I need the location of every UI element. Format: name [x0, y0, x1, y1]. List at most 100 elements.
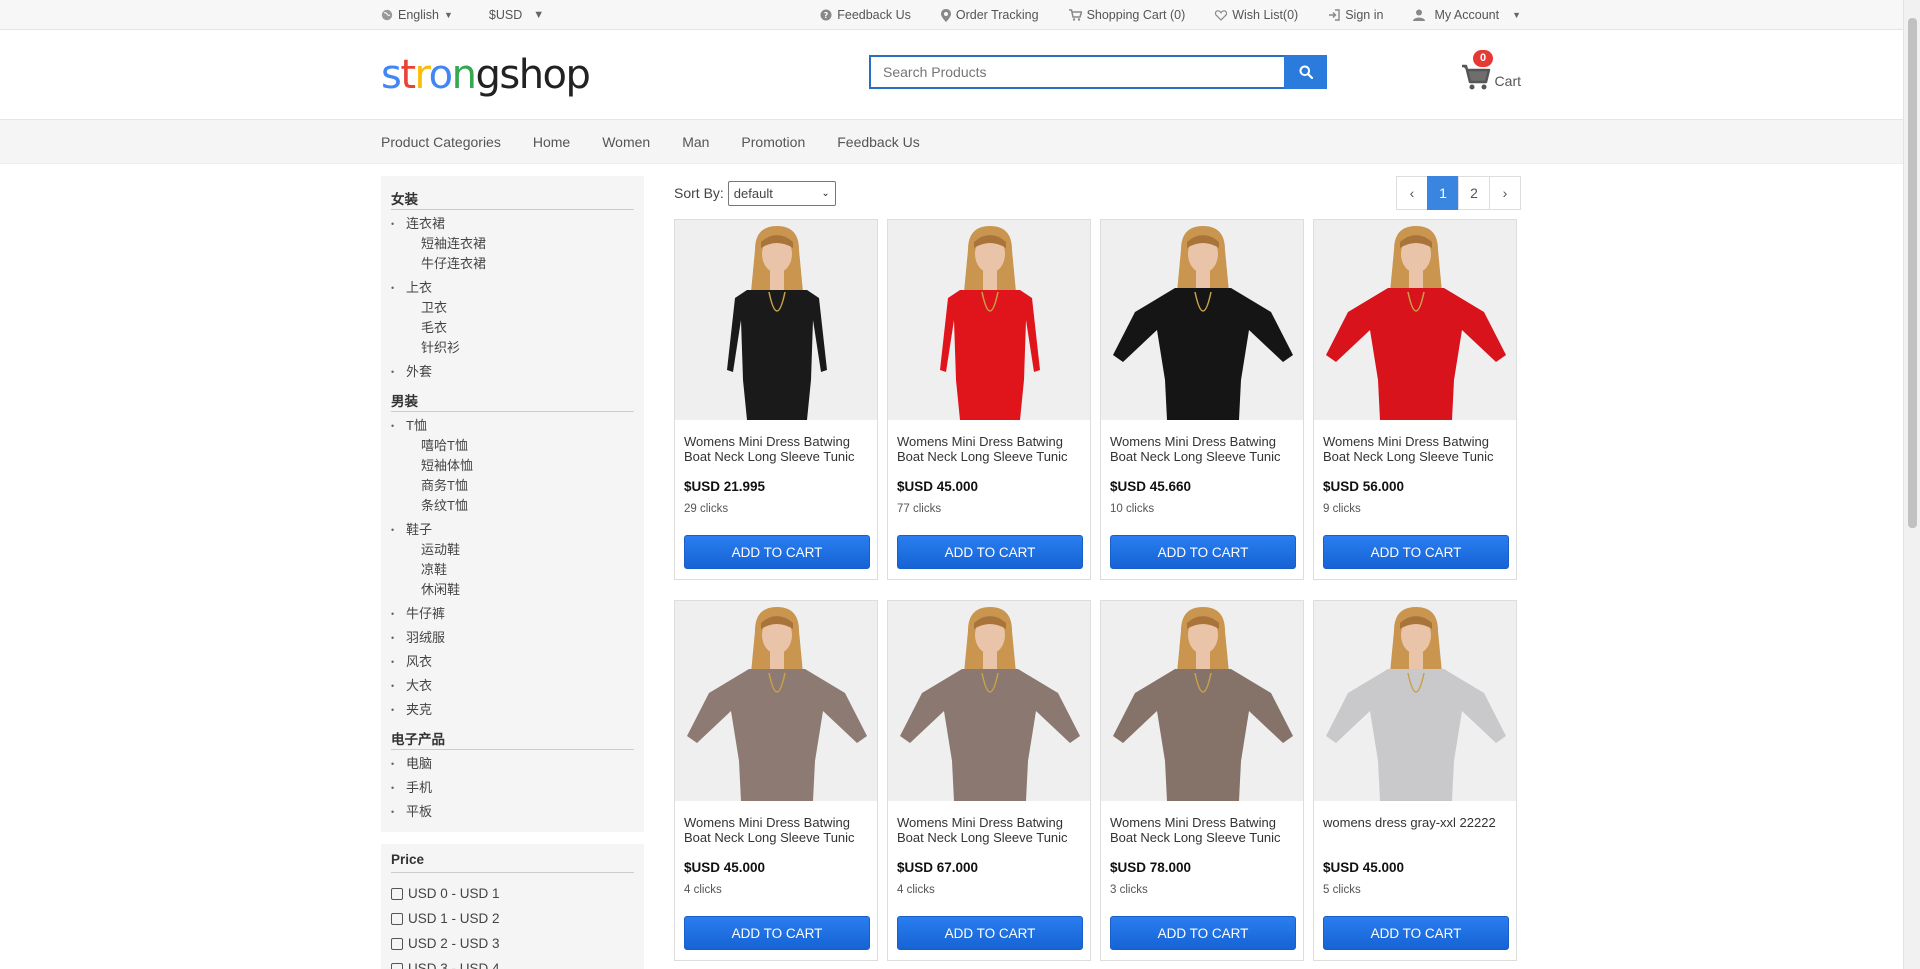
category-item[interactable]: 风衣 [391, 652, 634, 672]
subcategory-item[interactable]: 运动鞋 [391, 540, 634, 560]
nav-women[interactable]: Women [602, 134, 650, 150]
page-scrollbar[interactable] [1903, 0, 1920, 969]
category-item[interactable]: 上衣 [391, 278, 634, 298]
product-image[interactable] [675, 220, 877, 420]
product-image[interactable] [888, 220, 1090, 420]
subcategory-item[interactable]: 嘻哈T恤 [391, 436, 634, 456]
subcategory-item[interactable]: 毛衣 [391, 318, 634, 338]
product-title[interactable]: Womens Mini Dress Batwing Boat Neck Long… [684, 816, 871, 846]
product-card: Womens Mini Dress Batwing Boat Neck Long… [1313, 219, 1517, 580]
subcategory-item[interactable]: 卫衣 [391, 298, 634, 318]
nav-product-categories[interactable]: Product Categories [381, 134, 501, 150]
order-tracking-link[interactable]: Order Tracking [940, 8, 1039, 22]
product-image[interactable] [1314, 220, 1516, 420]
site-logo[interactable]: strongshop [381, 52, 591, 98]
sort-label: Sort By: [674, 185, 724, 201]
product-clicks: 77 clicks [897, 503, 942, 515]
shopping-cart-link[interactable]: Shopping Cart (0) [1068, 8, 1185, 22]
add-to-cart-button[interactable]: ADD TO CART [1110, 916, 1296, 950]
search-button[interactable] [1284, 55, 1327, 89]
subcategory-item[interactable]: 短袖体恤 [391, 456, 634, 476]
product-title[interactable]: Womens Mini Dress Batwing Boat Neck Long… [897, 435, 1084, 465]
category-item[interactable]: 平板 [391, 802, 634, 822]
subcategory-item[interactable]: 休闲鞋 [391, 580, 634, 600]
subcategory-item[interactable]: 针织衫 [391, 338, 634, 358]
price-checkbox[interactable] [391, 887, 403, 900]
pagination-page-1[interactable]: 1 [1427, 176, 1459, 210]
add-to-cart-button[interactable]: ADD TO CART [897, 916, 1083, 950]
category-item[interactable]: 牛仔裤 [391, 604, 634, 624]
search-input[interactable] [869, 55, 1284, 89]
scrollbar-thumb[interactable] [1908, 18, 1917, 528]
feedback-link[interactable]: ? Feedback Us [820, 8, 911, 22]
category-item[interactable]: 连衣裙 [391, 214, 634, 234]
product-title[interactable]: Womens Mini Dress Batwing Boat Neck Long… [897, 816, 1084, 846]
product-title[interactable]: Womens Mini Dress Batwing Boat Neck Long… [684, 435, 871, 465]
product-card: Womens Mini Dress Batwing Boat Neck Long… [674, 219, 878, 580]
language-selector[interactable]: English ▼ [381, 8, 453, 22]
subcategory-item[interactable]: 牛仔连衣裙 [391, 254, 634, 274]
product-image[interactable] [1101, 601, 1303, 801]
currency-selector[interactable]: $USD ▼ [489, 8, 544, 22]
subcategory-item[interactable]: 凉鞋 [391, 560, 634, 580]
price-checkbox[interactable] [391, 912, 403, 925]
product-photo [1101, 601, 1303, 801]
category-item[interactable]: 外套 [391, 362, 634, 382]
add-to-cart-button[interactable]: ADD TO CART [897, 535, 1083, 569]
category-group-title[interactable]: 电子产品 [391, 726, 634, 750]
product-title[interactable]: Womens Mini Dress Batwing Boat Neck Long… [1110, 816, 1297, 846]
pagination-page-2[interactable]: 2 [1458, 176, 1490, 210]
wish-list-link[interactable]: Wish List(0) [1215, 8, 1298, 22]
category-item[interactable]: 羽绒服 [391, 628, 634, 648]
pagination-next[interactable]: › [1489, 176, 1521, 210]
chevron-down-icon: ▼ [533, 9, 545, 21]
nav-feedback-us[interactable]: Feedback Us [837, 134, 919, 150]
product-image[interactable] [1314, 601, 1516, 801]
subcategory-item[interactable]: 商务T恤 [391, 476, 634, 496]
product-photo [675, 220, 877, 420]
nav-home[interactable]: Home [533, 134, 570, 150]
nav-man[interactable]: Man [682, 134, 709, 150]
product-card: Womens Mini Dress Batwing Boat Neck Long… [1100, 600, 1304, 961]
product-price: $USD 45.000 [684, 860, 766, 875]
price-checkbox[interactable] [391, 937, 403, 950]
add-to-cart-button[interactable]: ADD TO CART [1323, 535, 1509, 569]
product-image[interactable] [675, 601, 877, 801]
price-option[interactable]: USD 1 - USD 2 [391, 906, 634, 931]
product-title[interactable]: Womens Mini Dress Batwing Boat Neck Long… [1110, 435, 1297, 465]
category-item[interactable]: 电脑 [391, 754, 634, 774]
add-to-cart-button[interactable]: ADD TO CART [684, 535, 870, 569]
my-account-menu[interactable]: My Account ▼ [1413, 8, 1521, 22]
subcategory-item[interactable]: 条纹T恤 [391, 496, 634, 516]
product-card: womens dress gray-xxl 22222 $USD 45.000 … [1313, 600, 1517, 961]
add-to-cart-button[interactable]: ADD TO CART [1110, 535, 1296, 569]
category-item[interactable]: 夹克 [391, 700, 634, 720]
product-clicks: 4 clicks [897, 884, 935, 896]
category-item[interactable]: 大衣 [391, 676, 634, 696]
nav-promotion[interactable]: Promotion [741, 134, 805, 150]
add-to-cart-button[interactable]: ADD TO CART [684, 916, 870, 950]
product-image[interactable] [888, 601, 1090, 801]
category-group-title[interactable]: 男装 [391, 388, 634, 412]
price-option[interactable]: USD 2 - USD 3 [391, 931, 634, 956]
sign-in-link[interactable]: Sign in [1328, 8, 1383, 22]
logo-letter: s [381, 52, 402, 98]
price-option[interactable]: USD 3 - USD 4 [391, 956, 634, 969]
header-cart[interactable]: 0 Cart [1461, 50, 1521, 100]
sort-select[interactable]: default ⌄ [727, 180, 836, 206]
category-item[interactable]: 鞋子 [391, 520, 634, 540]
category-group-title[interactable]: 女装 [391, 186, 634, 210]
price-option[interactable]: USD 0 - USD 1 [391, 881, 634, 906]
heart-icon [1215, 9, 1228, 21]
logo-letter: p [565, 52, 591, 98]
subcategory-item[interactable]: 短袖连衣裙 [391, 234, 634, 254]
pagination-prev[interactable]: ‹ [1396, 176, 1428, 210]
product-title[interactable]: Womens Mini Dress Batwing Boat Neck Long… [1323, 435, 1510, 465]
add-to-cart-button[interactable]: ADD TO CART [1323, 916, 1509, 950]
category-item[interactable]: 手机 [391, 778, 634, 798]
pagination: ‹ 1 2 › [1396, 176, 1521, 210]
price-checkbox[interactable] [391, 962, 403, 969]
product-image[interactable] [1101, 220, 1303, 420]
category-item[interactable]: T恤 [391, 416, 634, 436]
product-title[interactable]: womens dress gray-xxl 22222 [1323, 816, 1510, 846]
